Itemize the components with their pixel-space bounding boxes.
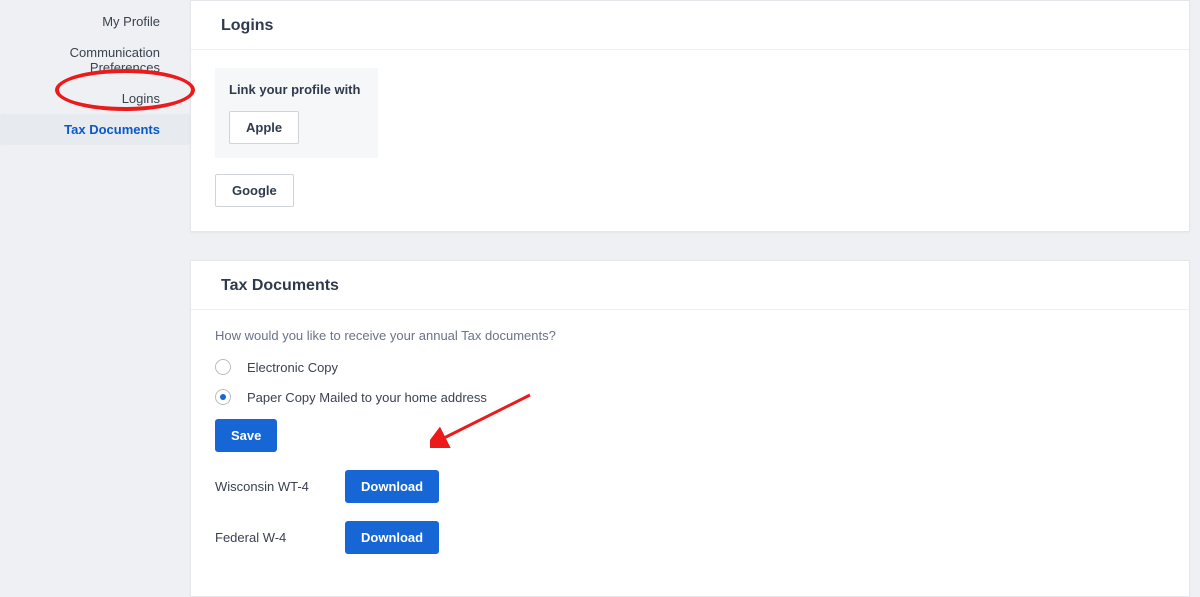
doc-label-wisconsin: Wisconsin WT-4	[215, 479, 345, 494]
doc-label-federal: Federal W-4	[215, 530, 345, 545]
link-profile-box: Link your profile with Apple	[215, 68, 378, 158]
doc-row-wisconsin: Wisconsin WT-4 Download	[215, 470, 1165, 503]
tax-question: How would you like to receive your annua…	[215, 328, 1165, 343]
doc-row-federal: Federal W-4 Download	[215, 521, 1165, 554]
link-profile-title: Link your profile with	[229, 82, 360, 97]
logins-title: Logins	[221, 17, 1165, 35]
logins-panel-header: Logins	[191, 1, 1189, 50]
sidebar-item-communication-preferences[interactable]: Communication Preferences	[0, 37, 190, 83]
sidebar: My Profile Communication Preferences Log…	[0, 0, 190, 566]
download-button-wisconsin[interactable]: Download	[345, 470, 439, 503]
radio-paper-row[interactable]: Paper Copy Mailed to your home address	[215, 389, 1165, 405]
save-button[interactable]: Save	[215, 419, 277, 452]
download-button-federal[interactable]: Download	[345, 521, 439, 554]
main-content: Logins Link your profile with Apple Goog…	[190, 0, 1200, 566]
logins-panel: Logins Link your profile with Apple Goog…	[190, 0, 1190, 232]
link-apple-button[interactable]: Apple	[229, 111, 299, 144]
link-google-button[interactable]: Google	[215, 174, 294, 207]
tax-panel-header: Tax Documents	[191, 261, 1189, 310]
sidebar-item-tax-documents[interactable]: Tax Documents	[0, 114, 190, 145]
radio-electronic-row[interactable]: Electronic Copy	[215, 359, 1165, 375]
radio-electronic[interactable]	[215, 359, 231, 375]
radio-paper-label: Paper Copy Mailed to your home address	[247, 390, 487, 405]
radio-paper[interactable]	[215, 389, 231, 405]
sidebar-item-logins[interactable]: Logins	[0, 83, 190, 114]
tax-title: Tax Documents	[221, 277, 1165, 295]
tax-documents-panel: Tax Documents How would you like to rece…	[190, 260, 1190, 597]
radio-electronic-label: Electronic Copy	[247, 360, 338, 375]
sidebar-item-my-profile[interactable]: My Profile	[0, 6, 190, 37]
